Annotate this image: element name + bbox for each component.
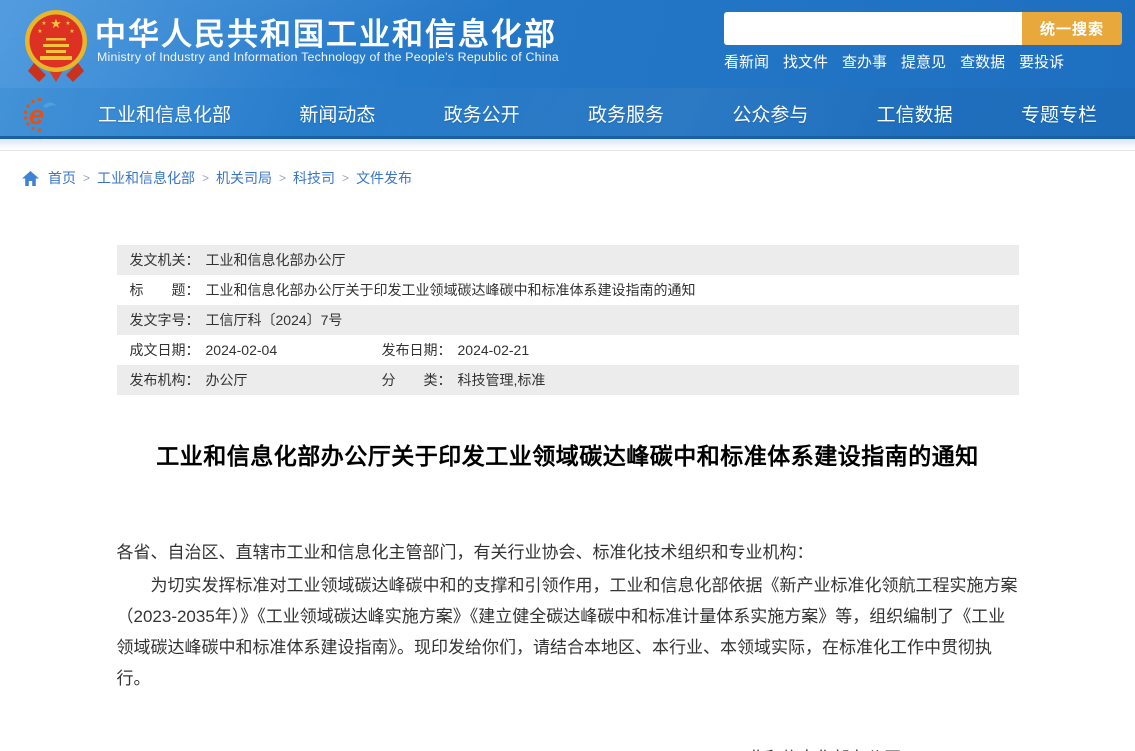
quick-links: 看新闻 找文件 查办事 提意见 查数据 要投诉 [724, 51, 1064, 72]
nav-item-gov-open[interactable]: 政务公开 [444, 100, 520, 127]
meta-value: 2024-02-04 [206, 342, 278, 358]
meta-label: 发布机构： [130, 370, 200, 390]
document-area: 发文机关： 工业和信息化部办公厅 标 题： 工业和信息化部办公厅关于印发工业领域… [117, 245, 1019, 751]
nav-item-data[interactable]: 工信数据 [877, 100, 953, 127]
meta-label: 分 类： [382, 370, 452, 390]
home-icon[interactable] [22, 171, 39, 186]
meta-value: 工业和信息化部办公厅关于印发工业领域碳达峰碳中和标准体系建设指南的通知 [206, 280, 696, 300]
search-bar: 统一搜索 [724, 12, 1122, 45]
breadcrumb-separator: > [83, 171, 90, 185]
meta-row-org-category: 发布机构： 办公厅 分 类： 科技管理,标准 [117, 365, 1019, 395]
svg-text:★: ★ [37, 28, 42, 35]
site-title: 中华人民共和国工业和信息化部 [95, 9, 557, 54]
breadcrumb-file-release[interactable]: 文件发布 [356, 168, 412, 188]
quick-link-news[interactable]: 看新闻 [724, 51, 769, 72]
nav-item-participation[interactable]: 公众参与 [732, 100, 808, 127]
national-emblem-icon: ★ ★ ★ ★ ★ [24, 7, 88, 88]
nav-list: 工业和信息化部 新闻动态 政务公开 政务服务 公众参与 工信数据 专题专栏 [0, 88, 1135, 139]
quick-link-feedback[interactable]: 提意见 [901, 51, 946, 72]
breadcrumb: 首页 > 工业和信息化部 > 机关司局 > 科技司 > 文件发布 [0, 151, 1135, 188]
meta-label: 成文日期： [130, 340, 200, 360]
nav-item-special[interactable]: 专题专栏 [1021, 100, 1097, 127]
breadcrumb-separator: > [202, 171, 209, 185]
breadcrumb-departments[interactable]: 机关司局 [216, 168, 272, 188]
main-nav: e 工业和信息化部 新闻动态 政务公开 政务服务 公众参与 工信数据 专题专栏 [0, 88, 1135, 139]
quick-link-data[interactable]: 查数据 [960, 51, 1005, 72]
svg-text:★: ★ [65, 20, 70, 27]
svg-text:★: ★ [50, 16, 62, 31]
quick-link-services[interactable]: 查办事 [842, 51, 887, 72]
breadcrumb-science-dept[interactable]: 科技司 [293, 168, 335, 188]
site-subtitle: Ministry of Industry and Information Tec… [97, 50, 559, 64]
meta-label: 发布日期： [382, 340, 452, 360]
meta-label: 标 题： [130, 280, 200, 300]
quick-link-files[interactable]: 找文件 [783, 51, 828, 72]
meta-row-title: 标 题： 工业和信息化部办公厅关于印发工业领域碳达峰碳中和标准体系建设指南的通知 [117, 275, 1019, 305]
nav-fade-strip [0, 139, 1135, 151]
meta-row-dates: 成文日期： 2024-02-04 发布日期： 2024-02-21 [117, 335, 1019, 365]
miit-e-icon: e [22, 96, 60, 137]
search-input[interactable] [724, 12, 1022, 45]
document-body: 各省、自治区、直辖市工业和信息化主管部门，有关行业协会、标准化技术组织和专业机构… [117, 537, 1019, 694]
breadcrumb-separator: > [279, 171, 286, 185]
meta-value: 办公厅 [206, 370, 248, 390]
svg-text:★: ★ [41, 20, 46, 27]
svg-text:e: e [29, 100, 44, 130]
meta-value: 科技管理,标准 [458, 370, 546, 390]
breadcrumb-home[interactable]: 首页 [48, 168, 76, 188]
site-header: ★ ★ ★ ★ ★ 中华人民共和国工业和信息化部 Ministry of Ind… [0, 0, 1135, 88]
quick-link-complaint[interactable]: 要投诉 [1019, 51, 1064, 72]
nav-item-ministry[interactable]: 工业和信息化部 [98, 100, 231, 127]
breadcrumb-ministry[interactable]: 工业和信息化部 [97, 168, 195, 188]
nav-item-news[interactable]: 新闻动态 [299, 100, 375, 127]
breadcrumb-separator: > [342, 171, 349, 185]
meta-row-issuing-office: 发文机关： 工业和信息化部办公厅 [117, 245, 1019, 275]
meta-label: 发文字号： [130, 310, 200, 330]
meta-value: 工信厅科〔2024〕7号 [206, 310, 343, 330]
document-paragraph: 各省、自治区、直辖市工业和信息化主管部门，有关行业协会、标准化技术组织和专业机构… [117, 537, 1019, 568]
signature-org: 工业和信息化部办公厅 [117, 744, 1019, 751]
search-button[interactable]: 统一搜索 [1022, 12, 1122, 45]
meta-value: 2024-02-21 [458, 342, 530, 358]
meta-value: 工业和信息化部办公厅 [206, 250, 346, 270]
document-paragraph: 为切实发挥标准对工业领域碳达峰碳中和的支撑和引领作用，工业和信息化部依据《新产业… [117, 570, 1019, 694]
document-title: 工业和信息化部办公厅关于印发工业领域碳达峰碳中和标准体系建设指南的通知 [117, 437, 1019, 471]
svg-text:★: ★ [69, 28, 74, 35]
nav-item-gov-service[interactable]: 政务服务 [588, 100, 664, 127]
document-meta-table: 发文机关： 工业和信息化部办公厅 标 题： 工业和信息化部办公厅关于印发工业领域… [117, 245, 1019, 395]
meta-label: 发文机关： [130, 250, 200, 270]
meta-row-doc-number: 发文字号： 工信厅科〔2024〕7号 [117, 305, 1019, 335]
